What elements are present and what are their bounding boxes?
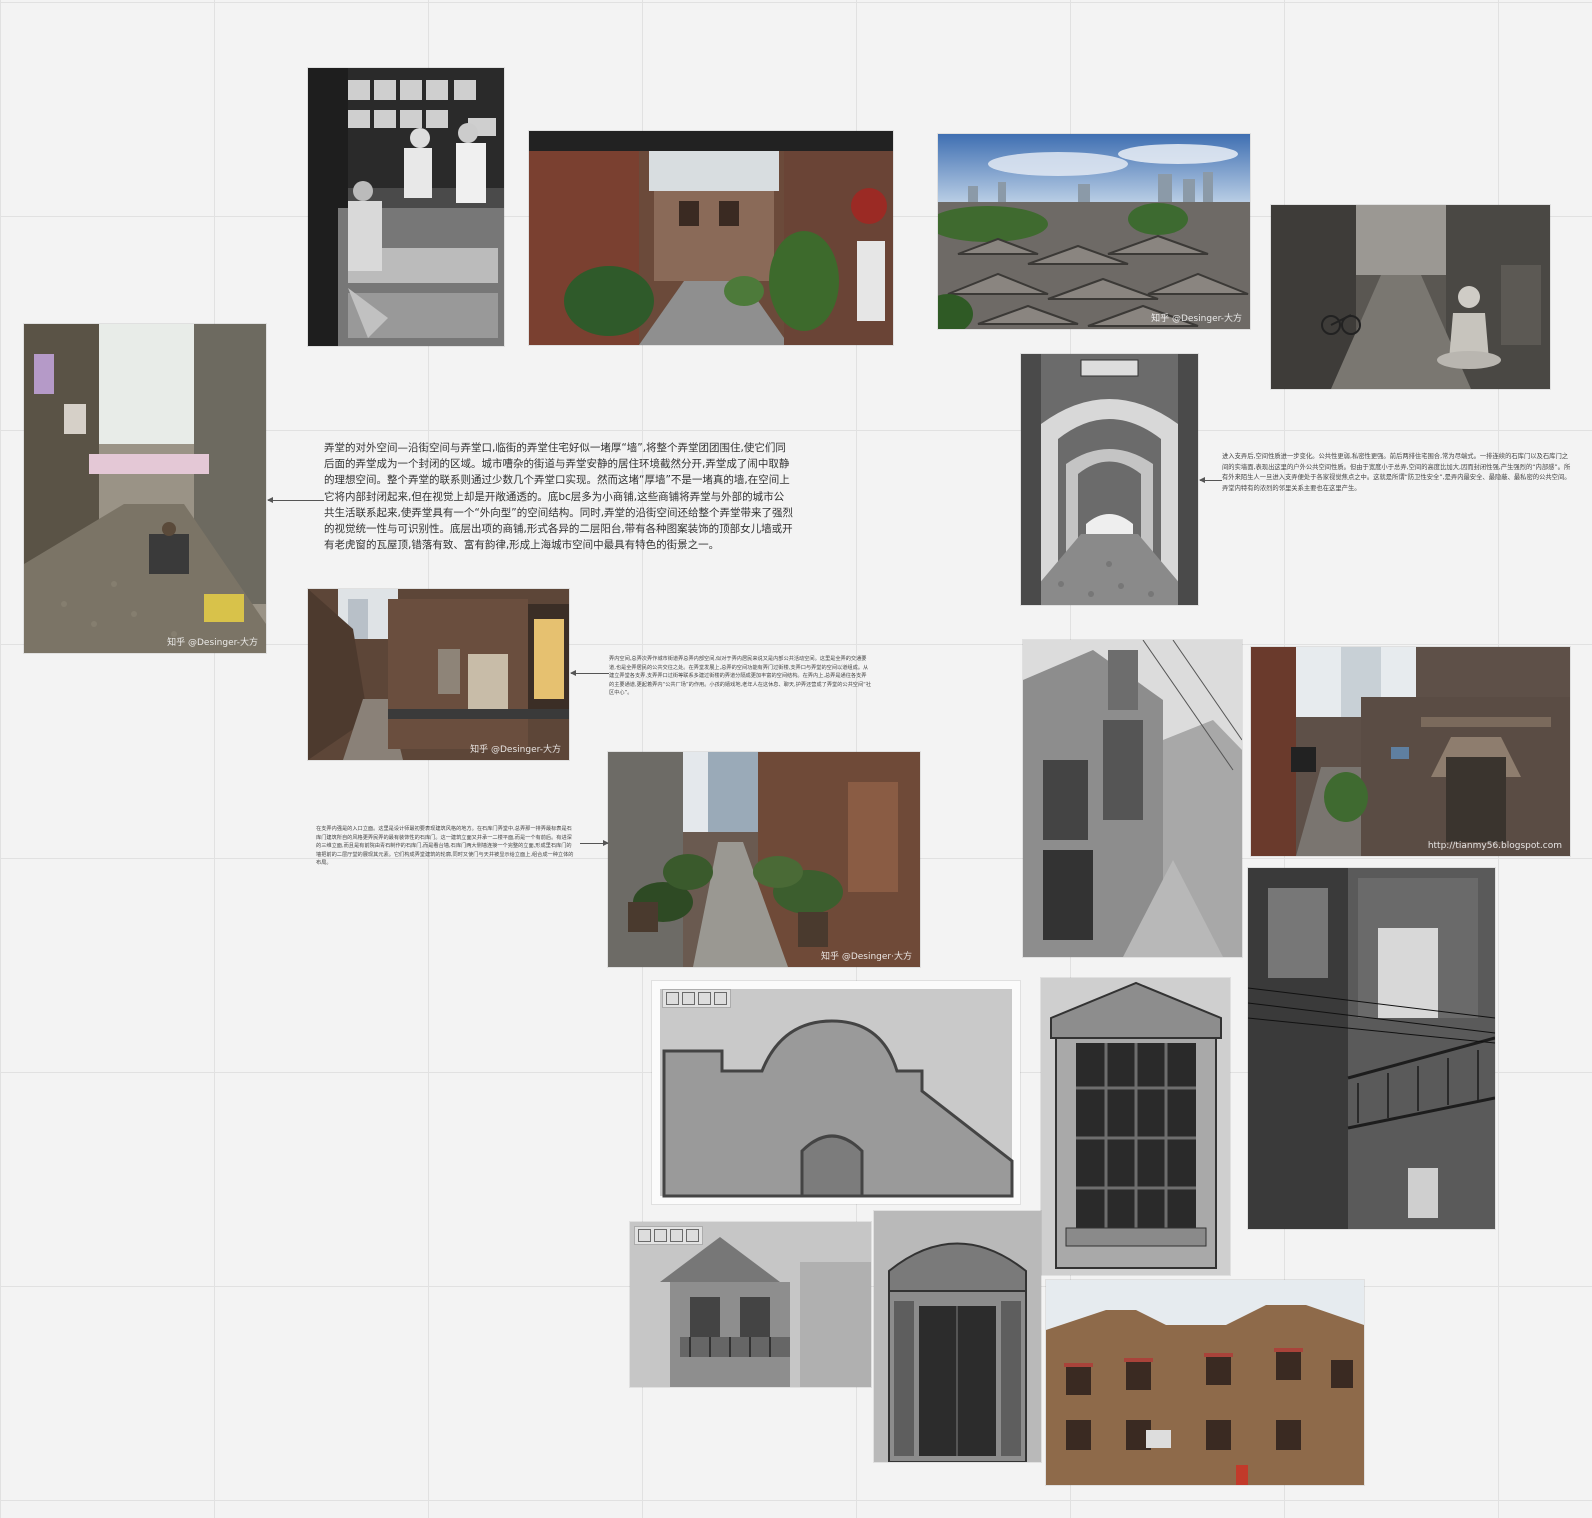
photo-alley-buddha[interactable] bbox=[1271, 205, 1550, 389]
photo-brick-corner[interactable]: 知乎 @Desinger-大方 bbox=[308, 589, 569, 760]
zoom-icon[interactable] bbox=[698, 992, 711, 1005]
print-icon[interactable] bbox=[654, 1229, 667, 1242]
photo-lattice-window[interactable] bbox=[1041, 978, 1230, 1275]
photo-arched-passage[interactable] bbox=[1021, 354, 1198, 605]
arrow-connector bbox=[570, 670, 609, 676]
watermark: 知乎 @Desinger-大方 bbox=[470, 745, 561, 755]
photo-lane-shop-sign[interactable]: http://tianmy56.blogspot.com bbox=[1251, 647, 1570, 856]
photo-brick-facade[interactable] bbox=[1046, 1280, 1364, 1485]
arrow-connector bbox=[267, 497, 324, 503]
note-main-lane: 弄内空间,总弄次弄作城市街道弄总弄内部空间,似对于弄内居民来说又是内部公共活动空… bbox=[609, 656, 872, 697]
watermark: http://tianmy56.blogspot.com bbox=[1427, 841, 1562, 851]
image-viewer-toolbar bbox=[634, 1226, 703, 1245]
folder-icon[interactable] bbox=[686, 1229, 699, 1242]
photo-lane-with-plants[interactable] bbox=[529, 131, 893, 345]
zoom-icon[interactable] bbox=[670, 1229, 683, 1242]
photo-street-cobblestone[interactable]: 知乎 @Desinger-大方 bbox=[24, 324, 266, 653]
photo-green-lane[interactable]: 知乎 @Desinger·大方 bbox=[608, 752, 920, 967]
photo-balcony-scan[interactable] bbox=[630, 1222, 871, 1387]
note-branch-lane: 进入支弄后,空间性质进一步变化。公共性更弱,私密性更强。前后两排住宅围合,常为尽… bbox=[1222, 453, 1571, 492]
watermark: 知乎 @Desinger-大方 bbox=[1151, 314, 1242, 324]
arrow-connector bbox=[580, 843, 608, 844]
arrow-connector bbox=[1199, 477, 1222, 483]
photo-stone-doorway[interactable] bbox=[874, 1211, 1041, 1462]
photo-aerial-rooftops[interactable]: 知乎 @Desinger-大方 bbox=[938, 134, 1250, 329]
print-icon[interactable] bbox=[682, 992, 695, 1005]
photo-ornate-facade[interactable] bbox=[1023, 640, 1242, 957]
note-exterior-space: 弄堂的对外空间—沿街空间与弄堂口,临街的弄堂住宅好似一堵厚“墙”,将整个弄堂团团… bbox=[324, 442, 794, 552]
photo-shop-counter[interactable] bbox=[308, 68, 504, 346]
note-entrance: 在支弄内强是的入口立面。这里是设计师最初要表现建筑风格的地方。在石库门弄堂中,总… bbox=[316, 826, 574, 867]
watermark: 知乎 @Desinger·大方 bbox=[820, 952, 912, 962]
save-icon[interactable] bbox=[638, 1229, 651, 1242]
watermark: 知乎 @Desinger-大方 bbox=[167, 638, 258, 648]
photo-balconies-wires[interactable] bbox=[1248, 868, 1495, 1229]
image-viewer-toolbar bbox=[662, 989, 731, 1008]
photo-gable-wall[interactable] bbox=[652, 981, 1020, 1204]
folder-icon[interactable] bbox=[714, 992, 727, 1005]
save-icon[interactable] bbox=[666, 992, 679, 1005]
